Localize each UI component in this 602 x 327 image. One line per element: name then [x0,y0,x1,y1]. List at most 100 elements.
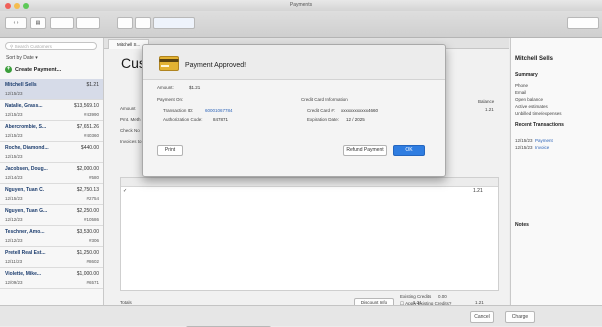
toolbar-button-4[interactable] [135,17,151,29]
dialog-header: Payment Approved! [143,45,445,80]
refund-payment-button[interactable]: Refund Payment [343,145,387,156]
unbilled-label: Unbilled time/expenses [515,111,562,116]
dialog-amount-label: Amount: [157,85,174,90]
print-button[interactable]: Print [157,145,183,156]
expiration-date-value: 12 / 2025 [346,117,365,122]
customer-name: Violette, Mike... [5,271,42,277]
list-item[interactable]: Roche, Diamond... $440.00 12/15/23 [0,142,103,163]
check-number-label: Check No [120,128,140,133]
customer-amount: $3,530.00 [76,229,99,235]
customer-date: 12/15/23 [5,154,23,159]
customer-name: Natalie, Grass... [5,103,43,109]
customer-date: 12/12/23 [5,217,23,222]
list-item[interactable]: Abercrombie, S... $7,651.26 12/15/23 #40360 [0,121,103,142]
toolbar-button-2[interactable] [76,17,100,29]
customer-amount: $1,000.00 [76,271,99,277]
transaction-row[interactable]: 12/15/23 Payment [515,138,553,143]
customer-ref: #43990 [83,112,99,117]
customer-name: Pretell Real Est... [5,250,46,256]
list-item[interactable]: Nguyen, Tuan C. $2,750.13 12/15/23 #2754 [0,184,103,205]
customer-ref: #10586 [83,217,99,222]
checkbox[interactable]: ✓ [123,188,127,194]
back-forward-button[interactable]: ‹ › [5,17,27,29]
plus-icon: + [5,66,12,74]
payment-method-label: Pmt. Meth [120,117,141,122]
list-item[interactable]: Jacobsen, Doug... $2,000.00 12/14/23 #580 [0,163,103,184]
chevron-down-icon: ▾ [35,55,38,61]
customer-ref: #6571 [86,280,99,285]
customer-date: 12/15/23 [5,91,23,96]
customer-ref: #580 [88,175,99,180]
toolbar-pill-button[interactable] [153,17,195,29]
customer-name: Nguyen, Tuan C. [5,187,45,193]
authorization-code-label: Authorization Code: [163,117,203,122]
list-item[interactable]: Violette, Mike... $1,000.00 12/09/23 #6571 [0,268,103,289]
customer-ref: #40360 [83,133,99,138]
toolbar-button-3[interactable] [117,17,133,29]
list-item[interactable]: Teschner, Amo... $3,530.00 12/12/23 #306 [0,226,103,247]
summary-heading: Summary [515,72,538,78]
customer-summary-panel: Mitchell Sells Summary Phone Email Open … [510,38,602,305]
credit-card-info-label: Credit Card Information [301,97,348,102]
create-payment-button[interactable]: + Create Payment... [5,64,99,76]
amount-label: Amount [120,106,136,111]
customer-amount: $7,651.26 [76,124,99,130]
dialog-title: Payment Approved! [185,62,247,69]
customer-amount: $2,750.13 [76,187,99,193]
sidebar-toggle-button[interactable]: ▤ [30,17,46,29]
transaction-id-label: Transaction ID: [163,108,194,113]
notes-heading: Notes [515,222,529,228]
credit-card-icon [159,56,179,71]
customer-ref: #306 [88,238,99,243]
sort-dropdown[interactable]: Sort by Date ▾ [6,55,38,61]
customer-amount: $13,569.10 [73,103,99,109]
bottom-bar: Cancel Charge [0,305,602,326]
list-item[interactable]: Natalie, Grass... $13,569.10 12/15/23 #4399… [0,100,103,121]
toolbar-right-button[interactable] [567,17,599,29]
transaction-id-value[interactable]: 60001067784 [205,108,233,113]
customer-sidebar: ⚲ Search Customers Sort by Date ▾ + Creat… [0,38,104,325]
credit-card-number-label: Credit Card #: [307,108,336,113]
customer-date: 12/14/23 [5,175,23,180]
search-input[interactable]: ⚲ Search Customers [5,42,97,50]
window-title: Payments [289,2,313,8]
customer-amount: $1.21 [86,82,99,88]
existing-credits-value: 0.00 [438,294,447,299]
toolbar-button-1[interactable] [50,17,74,29]
ok-button[interactable]: OK [393,145,425,156]
customer-ref: #8602 [86,259,99,264]
customer-amount: $1,250.00 [76,250,99,256]
invoice-table: ✓ 1.21 [120,177,499,291]
authorization-code-value: 847871 [213,117,229,122]
balance-label: Balance [478,99,495,104]
list-item[interactable]: Pretell Real Est... $1,250.00 12/11/23 #860… [0,247,103,268]
table-header [121,178,498,187]
customer-date: 12/15/23 [5,196,23,201]
customer-name: Abercrombie, S... [5,124,47,130]
list-item[interactable]: Mitchell Sells $1.21 12/15/23 [0,79,103,100]
expiration-date-label: Expiration Date: [307,117,340,122]
customer-date: 12/15/23 [5,112,23,117]
charge-button[interactable]: Charge [505,311,535,323]
customer-ref: #2754 [86,196,99,201]
balance-value: 1.21 [485,107,494,112]
customer-date: 12/11/23 [5,259,23,264]
customer-date: 12/12/23 [5,238,23,243]
transaction-row[interactable]: 12/15/23 Invoice [515,145,549,150]
customer-name: Mitchell Sells [5,82,37,88]
dialog-amount-value: $1.21 [189,85,201,90]
customer-name: Jacobsen, Doug... [5,166,48,172]
summary-customer-name: Mitchell Sells [515,56,554,62]
recent-transactions-heading: Recent Transactions [515,122,564,128]
credit-card-number-value: xxxxxxxxxxxx4660 [341,108,379,113]
customer-name: Teschner, Amo... [5,229,45,235]
phone-label: Phone [515,83,529,88]
cancel-button[interactable]: Cancel [470,311,494,323]
table-row[interactable]: ✓ 1.21 [123,188,483,194]
customer-list: Mitchell Sells $1.21 12/15/23 Natalie, Gra… [0,79,103,289]
payment-approved-dialog: Payment Approved! Amount: $1.21 Payment … [142,44,446,177]
invoices-label: Invoices to [120,139,142,144]
customer-amount: $2,250.00 [76,208,99,214]
customer-amount: $440.00 [80,145,99,151]
list-item[interactable]: Nguyen, Tuan G... $2,250.00 12/12/23 #10586 [0,205,103,226]
